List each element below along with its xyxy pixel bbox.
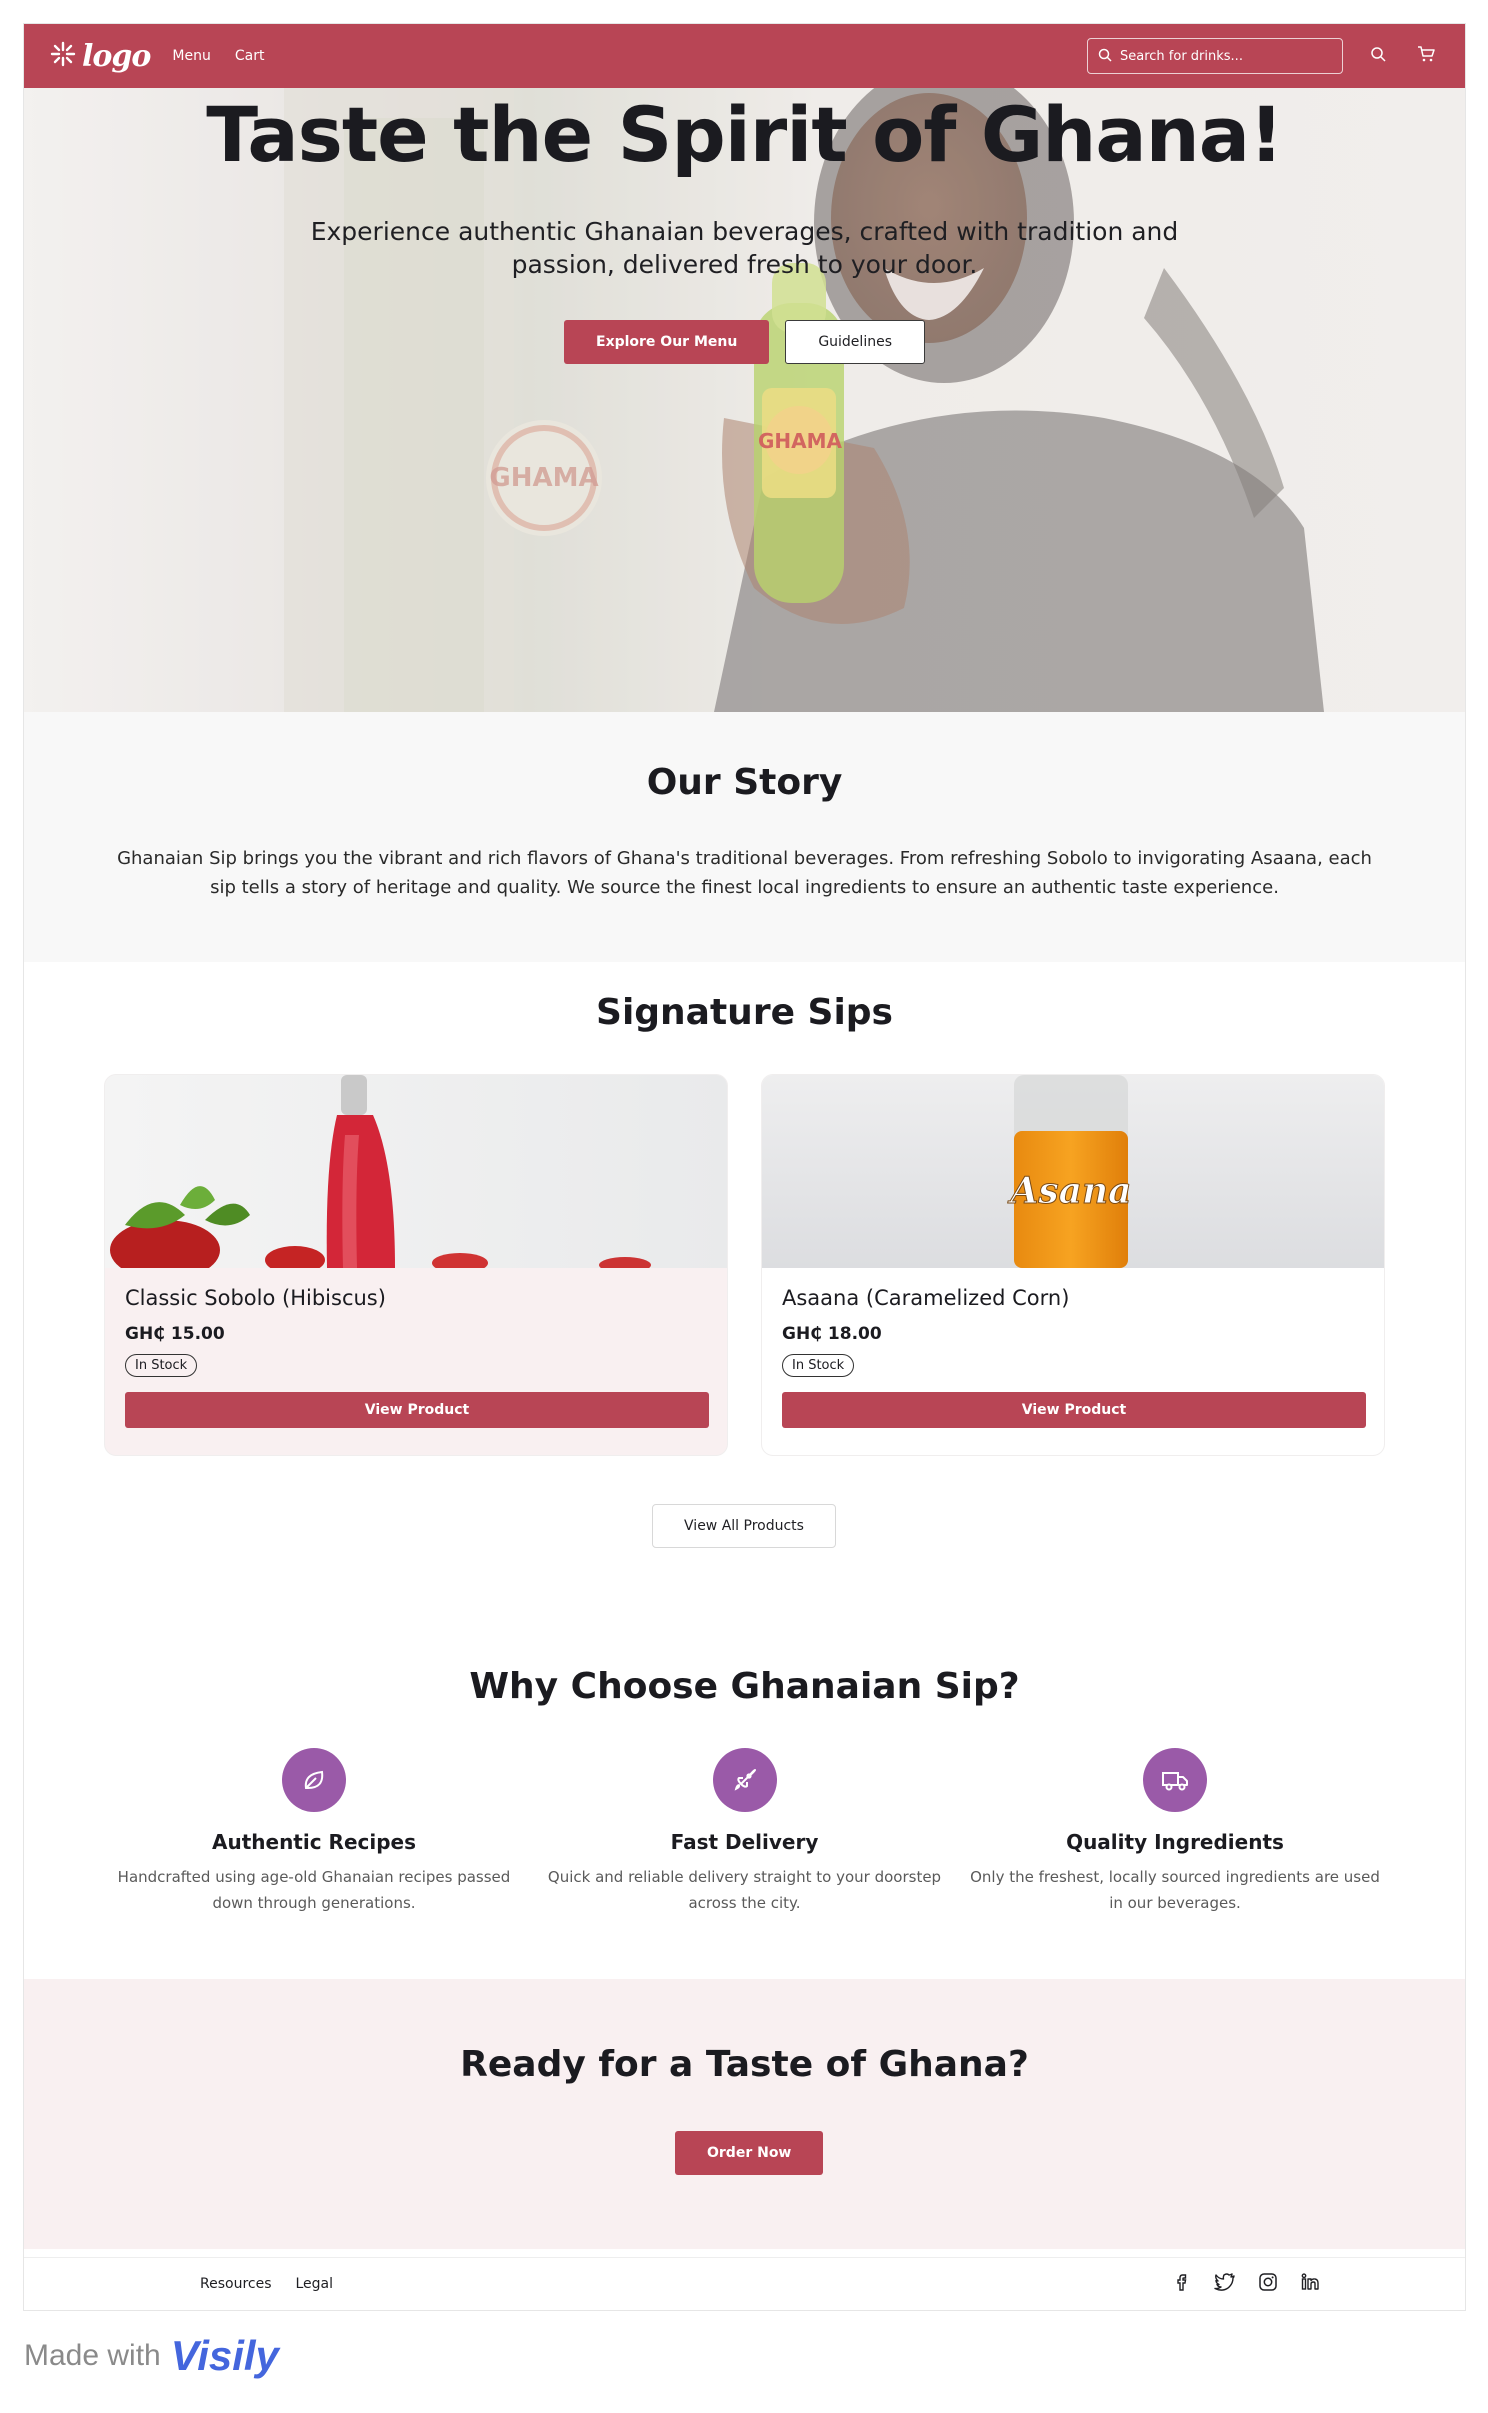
- footer-link-resources[interactable]: Resources: [200, 2276, 272, 2292]
- feature-desc: Handcrafted using age-old Ghanaian recip…: [117, 1868, 511, 1912]
- story-title: Our Story: [646, 762, 843, 803]
- facebook-icon[interactable]: [1172, 2272, 1192, 2296]
- feature-item: Quality Ingredients Only the freshest, l…: [965, 1748, 1385, 1916]
- feature-desc: Only the freshest, locally sourced ingre…: [970, 1868, 1380, 1912]
- feature-item: Fast Delivery Quick and reliable deliver…: [535, 1748, 955, 1916]
- feature-title: Fast Delivery: [670, 1830, 819, 1854]
- feature-desc: Quick and reliable delivery straight to …: [547, 1868, 942, 1912]
- visily-logo: Visily: [170, 2332, 279, 2379]
- cta-title: Ready for a Taste of Ghana?: [460, 2044, 1029, 2085]
- stock-badge: In Stock: [782, 1354, 855, 1377]
- truck-icon: [1143, 1748, 1207, 1812]
- view-product-button[interactable]: View Product: [782, 1392, 1366, 1428]
- cart-icon: [1417, 45, 1435, 67]
- leaf-icon: [282, 1748, 346, 1812]
- why-title: Why Choose Ghanaian Sip?: [469, 1666, 1020, 1707]
- order-now-button[interactable]: Order Now: [675, 2131, 824, 2175]
- our-story-section: Our Story Ghanaian Sip brings you the vi…: [24, 712, 1465, 962]
- hero-title: Taste the Spirit of Ghana!: [206, 90, 1283, 179]
- cart-button[interactable]: [1413, 43, 1439, 69]
- made-with-badge[interactable]: Made with Visily: [24, 2332, 279, 2380]
- instagram-icon[interactable]: [1258, 2272, 1278, 2296]
- product-image-sobolo: [105, 1075, 727, 1268]
- cta-section: Ready for a Taste of Ghana? Order Now: [24, 1979, 1465, 2249]
- sparkle-icon: [50, 41, 76, 71]
- product-name: Asaana (Caramelized Corn): [782, 1286, 1070, 1310]
- logo[interactable]: logo: [50, 38, 151, 74]
- nav-link-menu[interactable]: Menu: [172, 48, 210, 64]
- top-nav: logo Menu Cart Search for drinks...: [24, 24, 1465, 88]
- feature-item: Authentic Recipes Handcrafted using age-…: [104, 1748, 524, 1916]
- logo-text: logo: [82, 38, 151, 74]
- features-row: Authentic Recipes Handcrafted using age-…: [104, 1748, 1385, 1916]
- linkedin-icon[interactable]: [1300, 2272, 1320, 2296]
- feature-title: Quality Ingredients: [1066, 1830, 1284, 1854]
- hero: GHAMA GHAMA Taste the Spirit of Ghana! E…: [24, 88, 1465, 712]
- hero-subtitle: Experience authentic Ghanaian beverages,…: [310, 217, 1179, 279]
- product-card[interactable]: Asana Asaana (Caramelized Corn) GH₵ 18.0…: [761, 1074, 1385, 1456]
- hero-image: GHAMA GHAMA: [24, 88, 1465, 712]
- explore-menu-button[interactable]: Explore Our Menu: [564, 320, 770, 364]
- search-input[interactable]: Search for drinks...: [1087, 38, 1343, 74]
- rocket-icon: [712, 1748, 777, 1812]
- signature-title: Signature Sips: [596, 992, 893, 1033]
- nav-link-cart[interactable]: Cart: [235, 48, 265, 64]
- feature-title: Authentic Recipes: [211, 1830, 416, 1854]
- search-icon: [1370, 46, 1386, 66]
- stock-badge: In Stock: [125, 1354, 198, 1377]
- product-card[interactable]: Classic Sobolo (Hibiscus) GH₵ 15.00 In S…: [104, 1074, 728, 1456]
- footer: Resources Legal: [24, 2257, 1465, 2310]
- twitter-icon[interactable]: [1214, 2272, 1236, 2296]
- product-grid: Classic Sobolo (Hibiscus) GH₵ 15.00 In S…: [104, 1074, 1385, 1456]
- search-placeholder: Search for drinks...: [1120, 48, 1243, 64]
- search-icon: [1098, 47, 1112, 66]
- svg-text:Asana: Asana: [1007, 1170, 1131, 1212]
- guidelines-button[interactable]: Guidelines: [785, 320, 925, 364]
- made-with-text: Made with: [24, 2339, 161, 2372]
- view-product-button[interactable]: View Product: [125, 1392, 709, 1428]
- search-button[interactable]: [1365, 43, 1391, 69]
- product-image-asaana: Asana: [762, 1075, 1384, 1268]
- product-name: Classic Sobolo (Hibiscus): [125, 1286, 386, 1310]
- product-price: GH₵ 15.00: [125, 1324, 225, 1344]
- product-price: GH₵ 18.00: [782, 1324, 882, 1344]
- story-text: Ghanaian Sip brings you the vibrant and …: [117, 848, 1372, 898]
- footer-link-legal[interactable]: Legal: [296, 2276, 334, 2292]
- view-all-products-button[interactable]: View All Products: [652, 1504, 836, 1548]
- page-frame: logo Menu Cart Search for drinks... GHAM…: [24, 24, 1465, 2310]
